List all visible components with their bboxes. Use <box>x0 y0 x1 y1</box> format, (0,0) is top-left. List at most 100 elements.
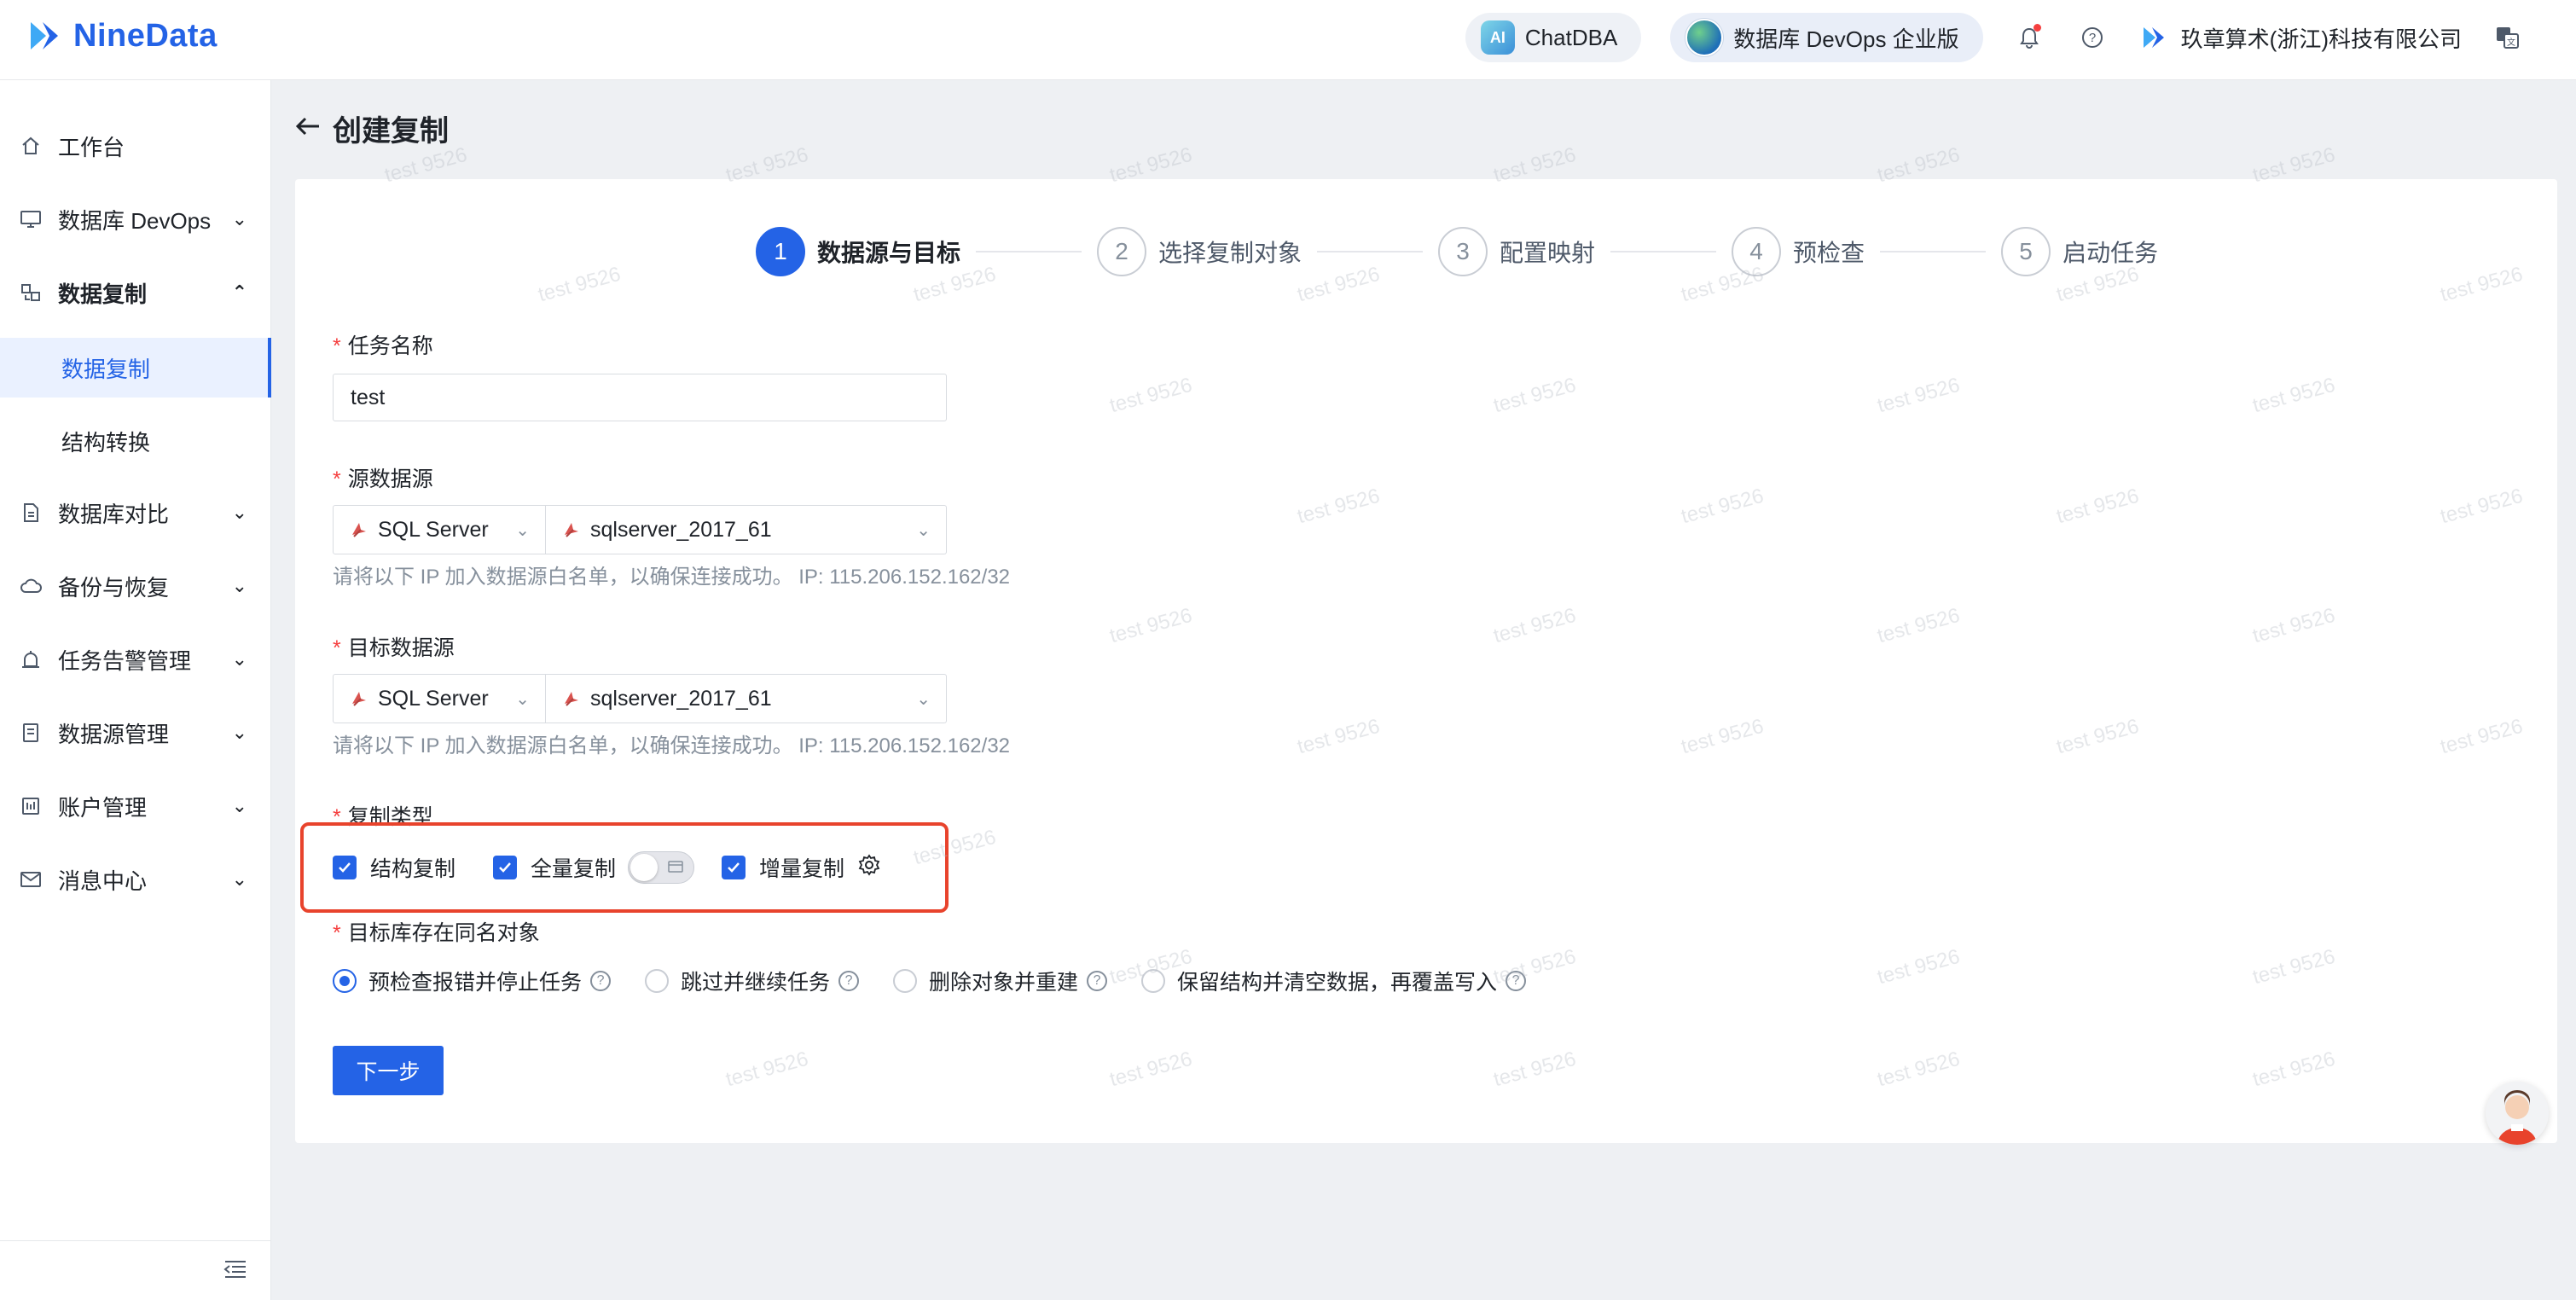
full-replication-toggle[interactable] <box>628 851 695 884</box>
radio-unselected-icon <box>893 969 918 993</box>
required-mark: * <box>333 334 341 358</box>
sidebar-item-devops[interactable]: 数据库 DevOps ⌄ <box>0 189 271 249</box>
step-connector <box>1610 251 1717 252</box>
target-type-select[interactable]: SQL Server ⌄ <box>333 674 546 723</box>
sqlserver-icon <box>349 519 369 540</box>
mail-icon <box>19 868 43 891</box>
notification-dot <box>2033 24 2041 32</box>
step-number: 2 <box>1097 227 1147 276</box>
source-instance-select[interactable]: sqlserver_2017_61 ⌄ <box>546 505 947 554</box>
company-name: 玖章算术(浙江)科技有限公司 <box>2180 26 2462 52</box>
sqlserver-icon <box>349 688 369 709</box>
step-connector <box>976 251 1082 252</box>
monitor-icon <box>19 207 43 231</box>
step-connector <box>1880 251 1987 252</box>
incremental-settings-gear-icon[interactable] <box>858 853 880 882</box>
full-replication-checkbox[interactable]: 全量复制 <box>493 852 616 883</box>
step-1: 1 数据源与目标 <box>756 227 960 276</box>
chevron-down-icon: ⌄ <box>231 502 247 523</box>
checkbox-label: 增量复制 <box>759 857 845 881</box>
help-icon[interactable]: ? <box>2075 20 2109 55</box>
notification-bell-icon[interactable] <box>2012 20 2046 55</box>
create-replication-form-card: 1 数据源与目标 2 选择复制对象 3 配置映射 4 预检查 5 启动任务 * 任… <box>295 179 2557 1143</box>
step-label: 配置映射 <box>1500 240 1596 266</box>
toggle-inner-icon <box>668 860 683 878</box>
radio-drop-rebuild[interactable]: 删除对象并重建 ? <box>893 966 1108 996</box>
company-switcher[interactable]: 玖章算术(浙江)科技有限公司 <box>2138 22 2462 54</box>
sidebar-item-label: 数据库 DevOps <box>58 207 212 234</box>
brand-name: NineData <box>73 17 218 54</box>
step-number: 3 <box>1438 227 1488 276</box>
source-type-value: SQL Server <box>378 517 489 542</box>
radio-keep-structure-truncate[interactable]: 保留结构并清空数据，再覆盖写入 ? <box>1141 966 1527 996</box>
sidebar-item-backup-restore[interactable]: 备份与恢复 ⌄ <box>0 556 271 616</box>
brand-logo[interactable]: NineData <box>24 15 218 56</box>
radio-skip-continue[interactable]: 跳过并继续任务 ? <box>645 966 860 996</box>
sidebar-item-workbench[interactable]: 工作台 <box>0 116 271 176</box>
language-switch-icon[interactable]: 文 <box>2491 20 2525 55</box>
question-icon[interactable]: ? <box>838 971 860 991</box>
sidebar-subitem-data-replication[interactable]: 数据复制 <box>0 338 271 398</box>
step-connector <box>1317 251 1424 252</box>
target-type-value: SQL Server <box>378 686 489 711</box>
task-name-label-text: 任务名称 <box>347 334 433 358</box>
step-label: 数据源与目标 <box>817 240 961 266</box>
step-4: 4 预检查 <box>1732 227 1865 276</box>
question-icon[interactable]: ? <box>1506 971 1527 991</box>
sidebar-subitem-schema-conversion[interactable]: 结构转换 <box>0 411 271 471</box>
devops-edition-button[interactable]: 数据库 DevOps 企业版 <box>1670 13 1983 62</box>
checkbox-label: 全量复制 <box>531 857 617 881</box>
radio-selected-icon <box>333 969 357 993</box>
next-step-button[interactable]: 下一步 <box>333 1046 444 1095</box>
customer-support-avatar[interactable] <box>2486 1082 2549 1145</box>
source-datasource-select-group: SQL Server ⌄ sqlserver_2017_61 ⌄ <box>333 505 947 554</box>
page-title: 创建复制 <box>333 115 449 148</box>
sidebar-item-data-replication[interactable]: 数据复制 ⌃ <box>0 263 271 322</box>
same-name-label-text: 目标库存在同名对象 <box>347 921 540 945</box>
sqlserver-icon <box>561 519 582 540</box>
collapse-sidebar-icon[interactable] <box>223 1258 247 1285</box>
structure-replication-checkbox[interactable]: 结构复制 <box>333 852 455 883</box>
chevron-down-icon: ⌄ <box>515 520 530 540</box>
sidebar-item-message-center[interactable]: 消息中心 ⌄ <box>0 850 271 909</box>
target-datasource-label: * 目标数据源 <box>333 631 455 662</box>
chatdba-button[interactable]: AI ChatDBA <box>1465 13 1642 62</box>
top-right-actions: AI ChatDBA 数据库 DevOps 企业版 ? 玖章算术(浙江)科技有限… <box>1465 12 2525 63</box>
target-whitelist-hint: 请将以下 IP 加入数据源白名单，以确保连接成功。 IP: 115.206.15… <box>333 734 1011 757</box>
source-instance-value: sqlserver_2017_61 <box>590 517 772 542</box>
sidebar-item-task-alarm[interactable]: 任务告警管理 ⌄ <box>0 630 271 689</box>
source-whitelist-hint: 请将以下 IP 加入数据源白名单，以确保连接成功。 IP: 115.206.15… <box>333 566 1011 589</box>
same-name-object-label: * 目标库存在同名对象 <box>333 916 540 947</box>
source-datasource-label: * 源数据源 <box>333 462 433 493</box>
step-3: 3 配置映射 <box>1438 227 1595 276</box>
question-icon[interactable]: ? <box>590 971 612 991</box>
back-arrow-icon[interactable] <box>295 113 321 144</box>
ai-icon: AI <box>1480 20 1515 55</box>
question-icon[interactable]: ? <box>1087 971 1108 991</box>
required-mark: * <box>333 467 341 491</box>
required-mark: * <box>333 636 341 660</box>
radio-unselected-icon <box>1141 969 1166 993</box>
incremental-replication-checkbox[interactable]: 增量复制 <box>722 852 844 883</box>
toggle-knob <box>630 854 659 881</box>
chevron-down-icon: ⌄ <box>916 520 931 540</box>
sidebar: 工作台 数据库 DevOps ⌄ 数据复制 ⌃ 数据复制 结构转换 数据库对比 … <box>0 80 271 1300</box>
step-number: 5 <box>2001 227 2051 276</box>
chevron-down-icon: ⌄ <box>231 648 247 670</box>
target-datasource-select-group: SQL Server ⌄ sqlserver_2017_61 ⌄ <box>333 674 947 723</box>
sidebar-item-datasource[interactable]: 数据源管理 ⌄ <box>0 703 271 763</box>
svg-text:文: 文 <box>2507 37 2515 48</box>
steps-indicator: 1 数据源与目标 2 选择复制对象 3 配置映射 4 预检查 5 启动任务 <box>756 227 2158 276</box>
cloud-backup-icon <box>19 574 43 598</box>
sidebar-item-db-compare[interactable]: 数据库对比 ⌄ <box>0 483 271 543</box>
source-type-select[interactable]: SQL Server ⌄ <box>333 505 546 554</box>
globe-icon <box>1685 19 1724 56</box>
replication-type-options: 结构复制 全量复制 增量复制 <box>333 851 880 884</box>
sidebar-item-account[interactable]: 账户管理 ⌄ <box>0 776 271 836</box>
sqlserver-icon <box>561 688 582 709</box>
page-header: 创建复制 <box>295 107 449 149</box>
compare-icon <box>19 501 43 525</box>
radio-precheck-stop[interactable]: 预检查报错并停止任务 ? <box>333 966 612 996</box>
task-name-input[interactable]: test <box>333 374 947 421</box>
target-instance-select[interactable]: sqlserver_2017_61 ⌄ <box>546 674 947 723</box>
